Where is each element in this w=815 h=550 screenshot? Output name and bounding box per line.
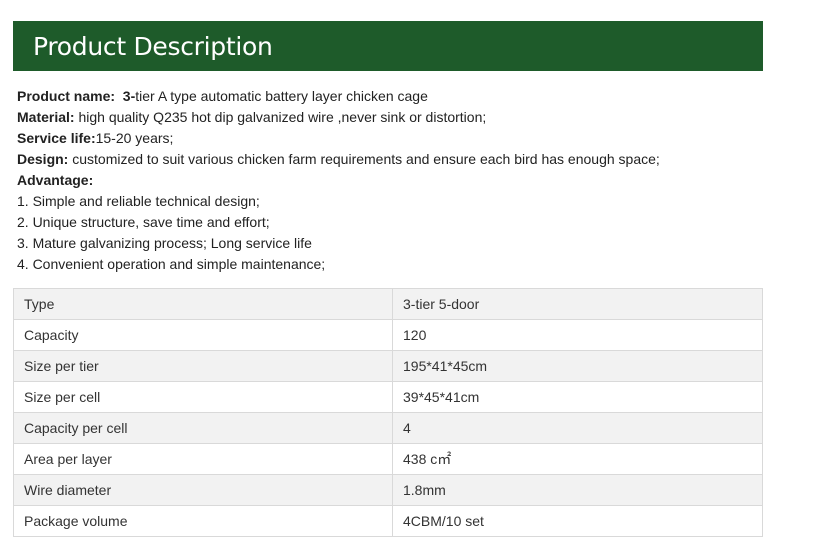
service-life-value: 15-20 years; xyxy=(95,130,174,146)
spec-value: 438 c㎡ xyxy=(392,443,763,475)
advantage-item: 4. Convenient operation and simple maint… xyxy=(17,256,326,272)
section-header: Product Description xyxy=(13,21,763,71)
spec-value: 3-tier 5-door xyxy=(392,288,763,320)
advantage-label: Advantage: xyxy=(17,172,94,188)
spec-key: Size per cell xyxy=(13,381,393,413)
table-row: Size per cell 39*45*41cm xyxy=(13,381,763,413)
material-label: Material: xyxy=(17,109,75,125)
product-name-label: Product name: xyxy=(17,88,116,104)
spec-key: Package volume xyxy=(13,505,393,537)
spec-value: 39*45*41cm xyxy=(392,381,763,413)
product-description: Product name: 3-tier A type automatic ba… xyxy=(17,86,777,275)
product-name-line: Product name: 3-tier A type automatic ba… xyxy=(17,86,777,107)
advantage-line: Advantage: xyxy=(17,170,777,191)
spec-table: Type 3-tier 5-door Capacity 120 Size per… xyxy=(13,288,763,537)
design-line: Design: customized to suit various chick… xyxy=(17,149,777,170)
table-row: Capacity per cell 4 xyxy=(13,412,763,444)
product-name-emphasis: 3- xyxy=(122,88,136,104)
spec-key: Area per layer xyxy=(13,443,393,475)
spec-value: 120 xyxy=(392,319,763,351)
product-name-value: tier A type automatic battery layer chic… xyxy=(135,88,428,104)
spec-key: Type xyxy=(13,288,393,320)
spec-key: Size per tier xyxy=(13,350,393,382)
service-life-line: Service life:15-20 years; xyxy=(17,128,777,149)
table-row: Type 3-tier 5-door xyxy=(13,288,763,320)
spec-value: 4 xyxy=(392,412,763,444)
table-row: Area per layer 438 c㎡ xyxy=(13,443,763,475)
table-row: Package volume 4CBM/10 set xyxy=(13,505,763,537)
advantage-item: 3. Mature galvanizing process; Long serv… xyxy=(17,235,312,251)
table-row: Capacity 120 xyxy=(13,319,763,351)
table-row: Wire diameter 1.8mm xyxy=(13,474,763,506)
table-row: Size per tier 195*41*45cm xyxy=(13,350,763,382)
service-life-label: Service life: xyxy=(17,130,96,146)
section-title: Product Description xyxy=(33,31,273,61)
spec-value: 4CBM/10 set xyxy=(392,505,763,537)
material-value: high quality Q235 hot dip galvanized wir… xyxy=(78,109,487,125)
design-label: Design: xyxy=(17,151,69,167)
spec-value: 195*41*45cm xyxy=(392,350,763,382)
spec-key: Wire diameter xyxy=(13,474,393,506)
spec-key: Capacity xyxy=(13,319,393,351)
spec-key: Capacity per cell xyxy=(13,412,393,444)
advantage-item: 2. Unique structure, save time and effor… xyxy=(17,214,270,230)
spec-value: 1.8mm xyxy=(392,474,763,506)
design-value: customized to suit various chicken farm … xyxy=(72,151,660,167)
material-line: Material: high quality Q235 hot dip galv… xyxy=(17,107,777,128)
advantage-item: 1. Simple and reliable technical design; xyxy=(17,193,260,209)
